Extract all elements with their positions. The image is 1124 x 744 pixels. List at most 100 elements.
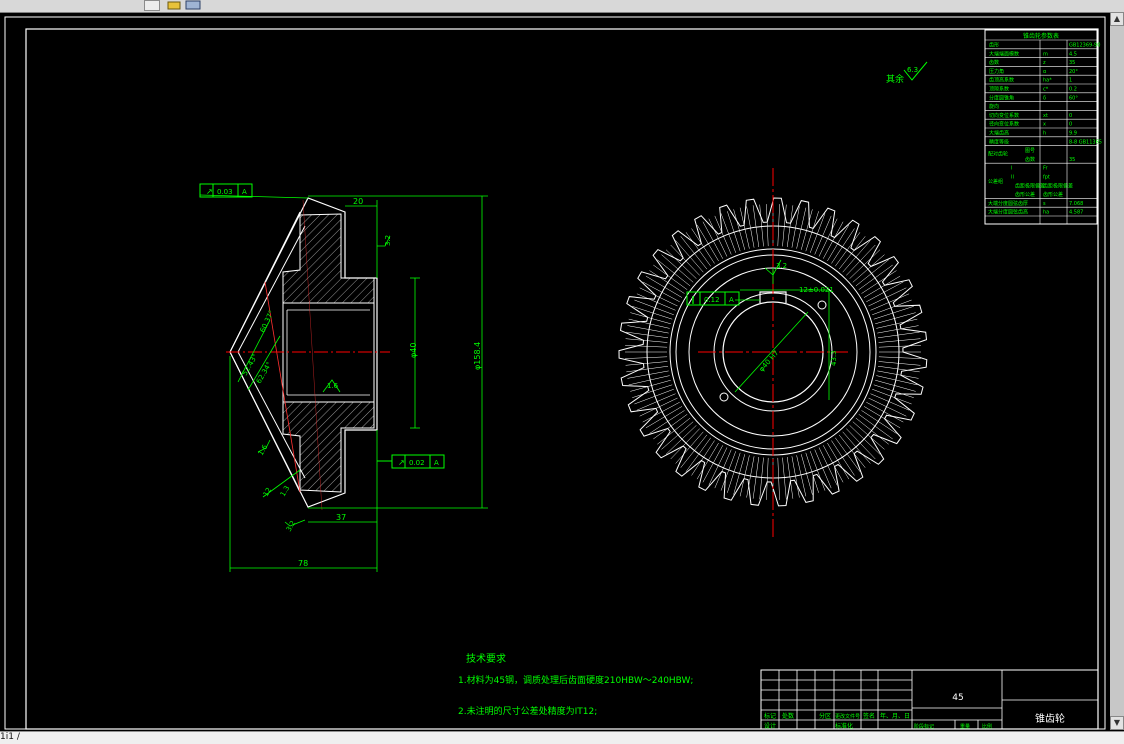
print-icon[interactable]	[167, 1, 181, 10]
svg-text:其余: 其余	[886, 73, 904, 85]
svg-text:37: 37	[336, 513, 346, 522]
param-row-value: 60°	[1069, 95, 1078, 101]
check-row-grade: II	[1011, 175, 1014, 181]
param-row-value: 0	[1069, 122, 1072, 128]
tooth-line	[766, 204, 769, 247]
svg-text:设计: 设计	[764, 722, 776, 730]
param-table-title: 锥齿轮参数表	[1023, 32, 1059, 40]
check-row-symbol: 齿距极限偏差	[1043, 182, 1073, 189]
param-row-name: 压力角	[989, 68, 1004, 75]
toolbar-button-partial[interactable]	[144, 0, 160, 11]
open-icon[interactable]	[185, 0, 201, 10]
pair-row-name: 齿数	[1025, 156, 1035, 163]
param-row-value: 1	[1069, 78, 1072, 84]
coord-readout: 1i1 /	[0, 732, 20, 742]
tooth-line	[720, 213, 737, 253]
svg-text:比例: 比例	[982, 723, 992, 730]
svg-text:更改文件号: 更改文件号	[835, 713, 860, 720]
param-row-value: 4.5	[1069, 51, 1077, 57]
param-bottom-value: 7.068	[1069, 201, 1083, 207]
vertical-scrollbar[interactable]: ▲ ▼	[1110, 12, 1124, 730]
svg-text:0.02: 0.02	[409, 459, 425, 467]
svg-text:3.2: 3.2	[776, 262, 787, 270]
param-row-name: 精度等级	[989, 138, 1009, 145]
tooth-line	[846, 428, 876, 460]
param-row-value: 35	[1069, 60, 1075, 66]
pair-row-value: 35	[1069, 157, 1075, 163]
param-row-symbol: h	[1043, 131, 1046, 137]
tooth-line	[665, 425, 697, 455]
tooth-line	[653, 414, 688, 440]
cad-drawing-canvas[interactable]: 其余 6.3 锥齿轮参数表 齿形 GB12369-90 大端端面模数 m 4.5 齿数 z 3…	[0, 12, 1110, 731]
fcf-top: ↗ 0.03 A	[199, 183, 253, 198]
tooth-line	[878, 338, 921, 343]
check-row-symbol: 齿形公差	[1043, 191, 1063, 198]
tooth-line	[625, 338, 668, 343]
tooth-line	[782, 457, 787, 500]
param-row-value: GB12369-90	[1069, 43, 1100, 49]
material-label: 45	[952, 693, 963, 703]
tooth-line	[878, 345, 921, 348]
param-row-symbol: xt	[1043, 113, 1048, 119]
svg-text:A: A	[242, 188, 247, 196]
param-row-value: 0.2	[1069, 87, 1077, 93]
svg-text:∥: ∥	[691, 295, 695, 304]
svg-text:1.6: 1.6	[327, 382, 339, 390]
param-row-value: 0	[1069, 113, 1072, 119]
pair-label: 配对齿轮	[988, 151, 1008, 158]
param-row-symbol: m	[1043, 51, 1048, 57]
tooth-line	[809, 451, 826, 491]
svg-text:标记: 标记	[764, 712, 776, 720]
svg-text:标准化: 标准化	[835, 722, 853, 730]
side-section-view: ↗ 0.03 A ↗ 0.02 A 20 φ40 φ158.4 37 78 3.…	[199, 183, 488, 572]
param-row-value: 8-8 GB11365	[1069, 139, 1102, 145]
tooth-line	[626, 365, 669, 373]
tooth-line	[691, 228, 715, 264]
tooth-line	[670, 244, 700, 276]
tooth-line	[653, 264, 688, 290]
param-row-name: 径向变位系数	[989, 121, 1019, 128]
tooth-line	[645, 275, 683, 298]
scroll-up-icon[interactable]: ▲	[1110, 12, 1124, 26]
scroll-down-icon[interactable]: ▼	[1110, 716, 1124, 730]
svg-text:43.3: 43.3	[830, 350, 838, 366]
param-row-name: 大端端面模数	[989, 50, 1019, 57]
tooth-line	[861, 270, 897, 294]
toolbar-icons[interactable]	[166, 0, 206, 11]
svg-text:62.34°: 62.34°	[255, 361, 274, 385]
param-row-symbol: δ	[1043, 95, 1046, 101]
tooth-line	[878, 356, 921, 359]
check-row-grade: I	[1011, 166, 1012, 172]
tooth-line	[759, 204, 764, 247]
tooth-line	[752, 205, 760, 248]
svg-text:φ40 H7: φ40 H7	[758, 349, 781, 373]
check-row-symbol: Fr	[1043, 166, 1049, 172]
tooth-line	[649, 410, 685, 434]
tooth-line	[872, 388, 912, 405]
param-bottom-symbol: s	[1043, 201, 1046, 207]
tooth-line	[846, 244, 876, 276]
svg-text:↗: ↗	[206, 187, 213, 196]
tooth-line	[685, 232, 711, 267]
check-row-symbol: fpt	[1043, 175, 1050, 181]
param-row-name: 分度圆锥角	[989, 94, 1014, 101]
tooth-line	[657, 417, 691, 445]
tooth-line	[835, 437, 861, 472]
param-row-symbol: α	[1043, 69, 1047, 75]
fcf-bottom: ↗ 0.02 A	[377, 454, 445, 469]
tooth-line	[827, 442, 850, 480]
tooth-line	[752, 456, 760, 499]
tooth-line	[657, 259, 691, 287]
tooth-line	[838, 236, 866, 270]
tooth-line	[645, 406, 683, 429]
svg-text:12±0.021: 12±0.021	[799, 286, 834, 294]
param-bottom-name: 大端分度圆弦齿高	[988, 209, 1028, 216]
check-row-name: 齿距极限偏差	[1015, 182, 1045, 189]
check-row-name: 齿形公差	[1015, 191, 1035, 198]
parameter-table: 锥齿轮参数表 齿形 GB12369-90 大端端面模数 m 4.5 齿数 z 35 压力角 α 20…	[984, 29, 1102, 225]
param-row-name: 旋向	[989, 103, 999, 110]
tooth-line	[777, 457, 780, 500]
param-row-name: 齿顶高系数	[989, 77, 1014, 84]
tooth-line	[855, 259, 889, 287]
gear-front-view: 3.2 12±0.021 φ40 H7 43.3 ∥ 0.12 A	[618, 168, 928, 537]
